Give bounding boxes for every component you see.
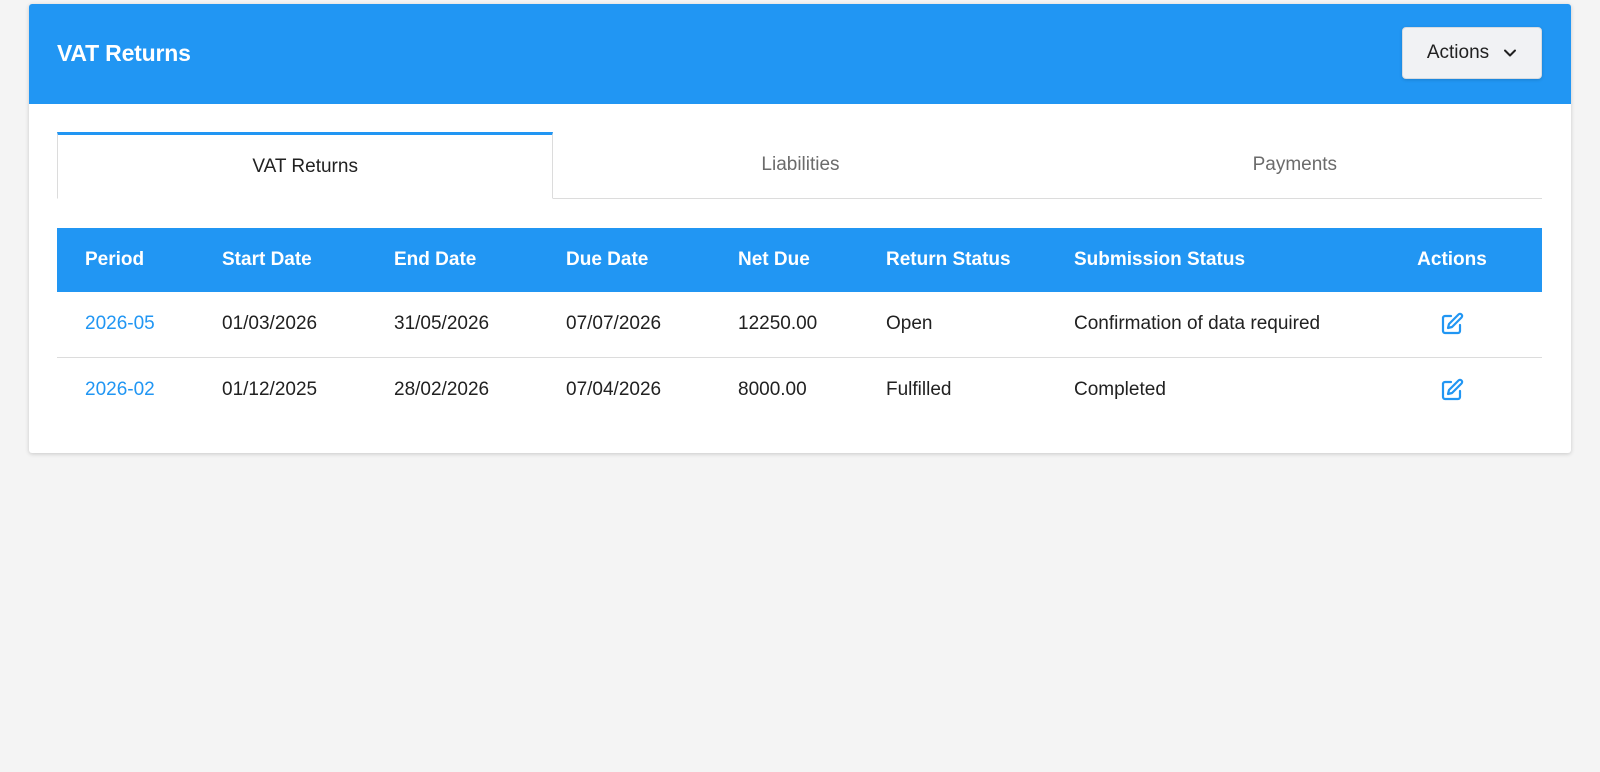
chevron-down-icon — [1503, 46, 1517, 60]
column-header-actions: Actions — [1417, 249, 1487, 270]
period-cell: 2026-05 — [57, 292, 194, 357]
tab-payments[interactable]: Payments — [1048, 132, 1542, 198]
vat-returns-table: Period Start Date End Date Due Date Net … — [57, 228, 1542, 422]
return-status-cell: Fulfilled — [858, 356, 1046, 422]
column-header-return-status: Return Status — [886, 249, 1011, 270]
column-header-start-date: Start Date — [222, 249, 312, 270]
edit-icon[interactable] — [1440, 312, 1464, 336]
actions-button-label: Actions — [1426, 42, 1490, 63]
end-date-cell: 31/05/2026 — [394, 313, 490, 335]
tab-liabilities[interactable]: Liabilities — [553, 132, 1047, 198]
column-header-submission-status: Submission Status — [1074, 249, 1246, 270]
tab-bar: VAT Returns Liabilities Payments — [57, 132, 1542, 199]
column-header-period: Period — [85, 249, 145, 270]
vat-returns-card: VAT Returns Actions VAT Returns Liabilit… — [29, 4, 1571, 453]
actions-cell — [1362, 292, 1542, 357]
actions-cell — [1362, 356, 1542, 422]
card-header: VAT Returns Actions — [29, 4, 1571, 104]
page-title: VAT Returns — [57, 40, 191, 66]
due-date-cell: 07/07/2026 — [566, 313, 662, 335]
column-header-net-due: Net Due — [738, 249, 810, 270]
start-date-cell: 01/12/2025 — [194, 356, 366, 422]
table-header-row: Period Start Date End Date Due Date Net … — [57, 228, 1542, 292]
column-header-due-date: Due Date — [566, 249, 649, 270]
return-status-cell: Open — [886, 313, 933, 335]
period-link[interactable]: 2026-05 — [85, 313, 155, 334]
submission-status-cell: Completed — [1046, 356, 1362, 422]
submission-status-cell: Confirmation of data required — [1074, 313, 1321, 335]
net-due-cell: 12250.00 — [738, 313, 818, 335]
tab-vat-returns[interactable]: VAT Returns — [57, 132, 554, 199]
table-row: 2026-02 01/12/2025 28/02/2026 07/04/2026… — [57, 356, 1542, 422]
net-due-cell: 8000.00 — [710, 356, 858, 422]
period-cell: 2026-02 — [57, 356, 194, 422]
vat-returns-table-wrap: Period Start Date End Date Due Date Net … — [57, 228, 1542, 422]
period-link[interactable]: 2026-02 — [85, 379, 155, 400]
end-date-cell: 28/02/2026 — [366, 356, 538, 422]
table-row: 2026-05 01/03/2026 31/05/2026 07/07/2026… — [57, 292, 1542, 357]
due-date-cell: 07/04/2026 — [538, 356, 710, 422]
start-date-cell: 01/03/2026 — [222, 313, 318, 335]
actions-dropdown-button[interactable]: Actions — [1402, 27, 1542, 79]
edit-icon[interactable] — [1440, 378, 1464, 402]
column-header-end-date: End Date — [394, 249, 477, 270]
